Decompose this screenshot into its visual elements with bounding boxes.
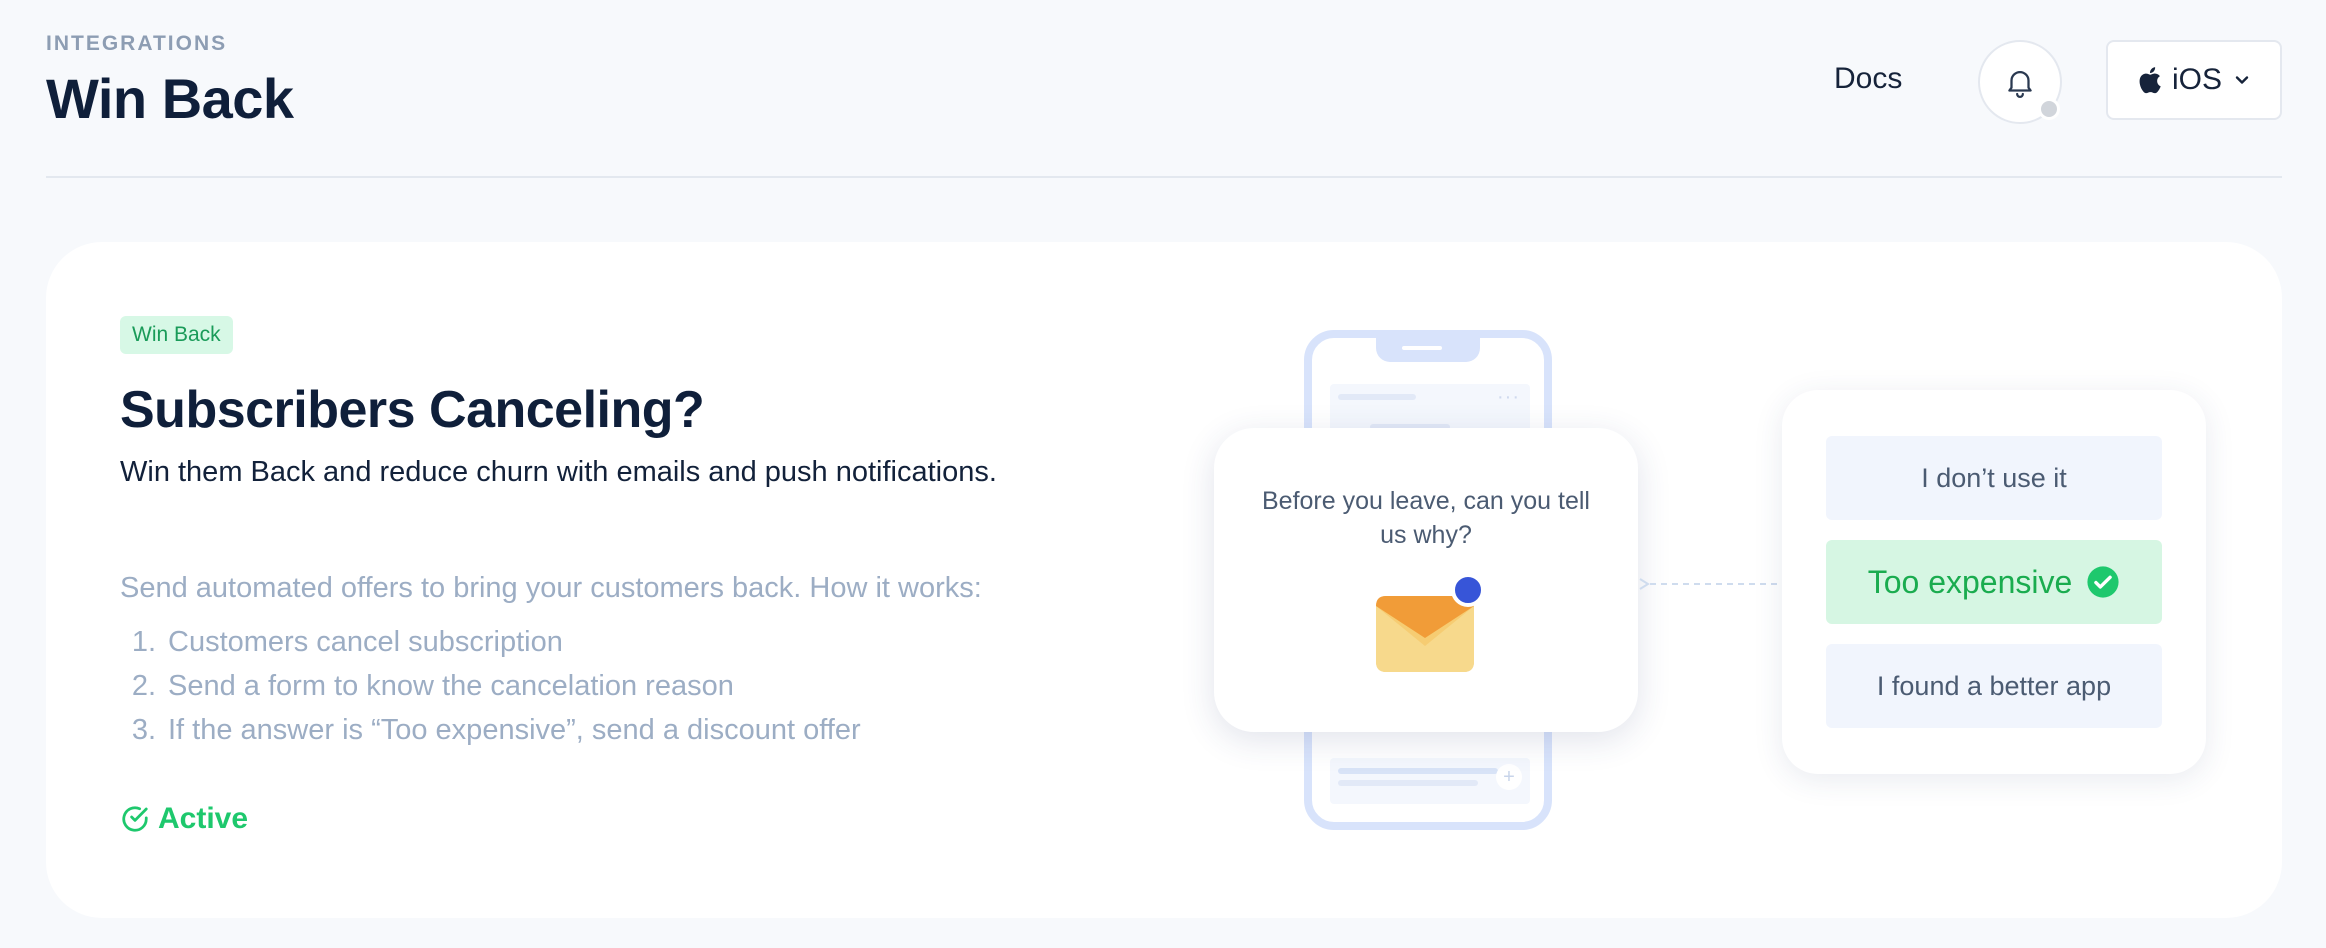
card-description: Send automated offers to bring your cust… <box>120 572 982 604</box>
breadcrumb[interactable]: INTEGRATIONS <box>46 32 227 56</box>
plus-icon: + <box>1496 764 1522 790</box>
category-badge: Win Back <box>120 316 233 354</box>
platform-label: iOS <box>2171 63 2222 96</box>
list-item: 1. Customers cancel subscription <box>131 625 563 658</box>
check-circle-icon <box>122 806 148 832</box>
status-badge: Active <box>120 802 248 836</box>
card-title: Subscribers Canceling? <box>120 381 705 439</box>
step-text: Send a form to know the cancelation reas… <box>168 669 734 702</box>
bell-icon <box>2008 71 2032 98</box>
phone-content-bottom: + <box>1330 758 1530 804</box>
survey-option: I found a better app <box>1826 644 2162 728</box>
step-text: Customers cancel subscription <box>168 625 563 658</box>
platform-select[interactable]: iOS <box>2106 40 2282 120</box>
envelope-icon <box>1376 574 1485 672</box>
docs-link[interactable]: Docs <box>1834 62 1902 96</box>
survey-option-selected: Too expensive <box>1826 540 2162 624</box>
list-item: 2. Send a form to know the cancelation r… <box>131 669 734 702</box>
notification-dot <box>2038 98 2060 120</box>
check-circle-icon <box>2087 566 2119 598</box>
notifications-button[interactable] <box>1978 40 2062 124</box>
card-subtitle: Win them Back and reduce churn with emai… <box>120 456 997 488</box>
popup-question: Before you leave, can you tell us why? <box>1262 487 1590 549</box>
phone-notch <box>1376 338 1480 362</box>
status-label: Active <box>158 802 249 835</box>
more-icon: ··· <box>1497 386 1520 408</box>
step-text: If the answer is “Too expensive”, send a… <box>168 713 861 746</box>
win-back-card: Win Back Subscribers Canceling? Win them… <box>46 242 2282 918</box>
survey-popup: Before you leave, can you tell us why? <box>1214 428 1638 732</box>
page-title: Win Back <box>46 67 294 130</box>
list-item: 3. If the answer is “Too expensive”, sen… <box>131 713 861 746</box>
page-header: INTEGRATIONS Win Back Docs iOS <box>46 0 2282 178</box>
survey-option: I don’t use it <box>1826 436 2162 520</box>
survey-options-card: I don’t use it Too expensive I found a b… <box>1782 390 2206 774</box>
steps-list: 1. Customers cancel subscription 2. Send… <box>120 620 861 752</box>
apple-icon <box>2139 67 2161 94</box>
phone-content-top: ··· <box>1330 384 1530 434</box>
chevron-down-icon <box>2235 76 2249 84</box>
